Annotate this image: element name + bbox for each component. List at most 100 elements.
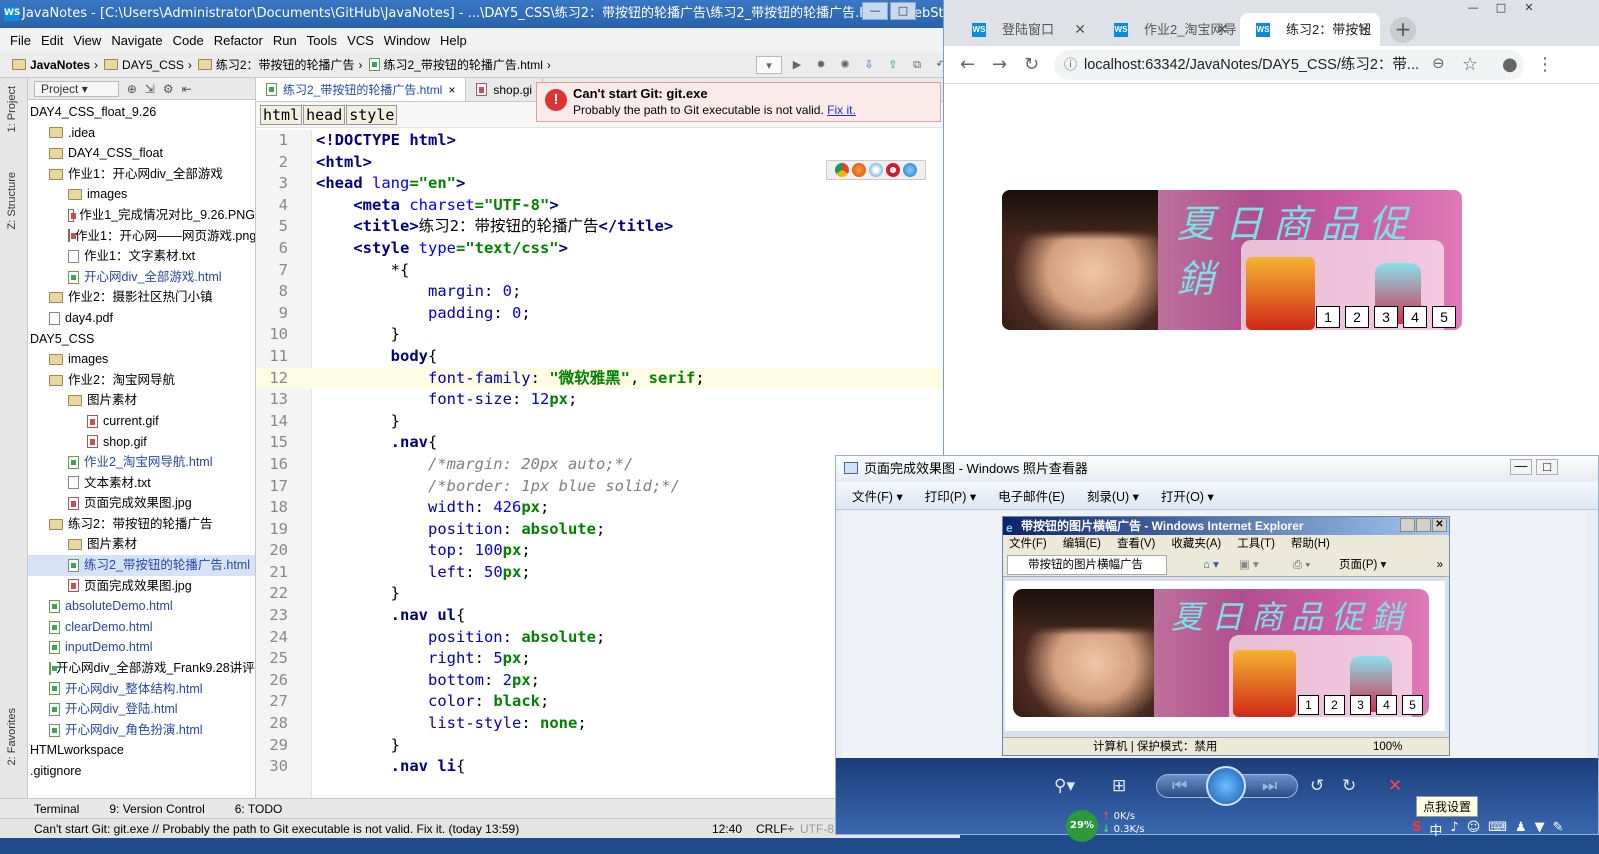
tree-item[interactable]: 练习2：带按钮的轮播广告 xyxy=(28,514,255,535)
code-line[interactable]: 11 body{ xyxy=(256,346,960,368)
close-tab-icon[interactable]: ✕ xyxy=(1216,13,1228,46)
hide-panel-icon[interactable]: ⇤ xyxy=(182,82,192,96)
carousel-button-2[interactable]: 2 xyxy=(1345,306,1369,328)
profile-avatar-icon[interactable]: ● xyxy=(1502,54,1518,75)
tree-item[interactable]: day4.pdf xyxy=(28,308,255,329)
code-line[interactable]: 1 <!DOCTYPE html> xyxy=(256,130,960,152)
code-line[interactable]: 4 <meta charset="UTF-8"> xyxy=(256,195,960,217)
close-button[interactable]: ✕ xyxy=(1516,0,1542,18)
chrome-icon[interactable] xyxy=(835,163,849,177)
tree-item[interactable]: 练习2_带按钮的轮播广告.html xyxy=(28,555,255,576)
zoom-icon[interactable]: ⊖ xyxy=(1432,54,1445,72)
line-separator[interactable]: CRLF÷ xyxy=(756,819,794,839)
reload-icon[interactable]: ↻ xyxy=(1024,54,1039,75)
carousel-button-1[interactable]: 1 xyxy=(1316,306,1340,328)
fix-it-link[interactable]: Fix it. xyxy=(827,103,856,117)
tree-item[interactable]: 作业1：开心网div_全部游戏 xyxy=(28,164,255,185)
carousel-button-4[interactable]: 4 xyxy=(1403,306,1427,328)
tree-item[interactable]: 图片素材 xyxy=(28,534,255,555)
tree-item[interactable]: DAY5_CSS xyxy=(28,329,255,350)
rotate-right-icon[interactable]: ↻ xyxy=(1342,776,1356,796)
viewer-menu-item[interactable]: 刻录(U) ▾ xyxy=(1087,486,1139,505)
tree-item[interactable]: 作业1：文字素材.txt xyxy=(28,246,255,267)
tree-item[interactable]: 开心网div_登陆.html xyxy=(28,699,255,720)
code-line[interactable]: 6 <style type="text/css"> xyxy=(256,238,960,260)
next-icon[interactable]: ⏭ xyxy=(1262,776,1277,796)
code-line[interactable]: 8 margin: 0; xyxy=(256,281,960,303)
slideshow-button[interactable] xyxy=(1206,766,1246,806)
vcs-commit-icon[interactable]: ⇧ xyxy=(884,56,902,74)
menu-code[interactable]: Code xyxy=(173,33,204,48)
bookmark-star-icon[interactable]: ☆ xyxy=(1462,54,1478,75)
previous-icon[interactable]: ⏮ xyxy=(1172,776,1187,796)
code-line[interactable]: 5 <title>练习2：带按钮的轮播广告</title> xyxy=(256,216,960,238)
menu-help[interactable]: Help xyxy=(440,33,467,48)
tree-item[interactable]: 开心网div_全部游戏.html xyxy=(28,267,255,288)
tree-item[interactable]: shop.gif xyxy=(28,432,255,453)
tree-item[interactable]: 作业2：淘宝网导航 xyxy=(28,370,255,391)
run-config-dropdown[interactable]: ▾ xyxy=(756,56,782,74)
ie-icon[interactable] xyxy=(903,163,917,177)
menu-run[interactable]: Run xyxy=(273,33,297,48)
tag-crumb-head[interactable]: head xyxy=(303,104,346,125)
chrome-tab-taobao[interactable]: WS 作业2_淘宝网导 ✕ xyxy=(1098,13,1238,46)
tree-item[interactable]: images xyxy=(28,184,255,205)
emoji-icon[interactable]: ☺ xyxy=(1467,820,1481,839)
ime-mode-icon[interactable]: 中 xyxy=(1429,820,1442,839)
editor-tab-active[interactable]: 练习2_带按钮的轮播广告.html × xyxy=(256,78,467,102)
tree-item[interactable]: .idea xyxy=(28,123,255,144)
close-tab-icon[interactable]: ✕ xyxy=(1358,13,1370,46)
tree-item[interactable]: 开心网div_整体结构.html xyxy=(28,679,255,700)
chrome-tab-active[interactable]: WS 练习2：带按钮 ✕ xyxy=(1240,13,1380,46)
forward-icon[interactable]: → xyxy=(992,54,1007,75)
menu-window[interactable]: Window xyxy=(384,33,430,48)
minimize-button[interactable]: — xyxy=(1510,459,1532,475)
viewer-title-bar[interactable]: 页面完成效果图 - Windows 照片查看器 — □ xyxy=(836,456,1598,482)
back-icon[interactable]: ← xyxy=(960,54,975,75)
tree-item[interactable]: 文本素材.txt xyxy=(28,473,255,494)
code-line[interactable]: 9 padding: 0; xyxy=(256,303,960,325)
viewer-menu-item[interactable]: 文件(F) ▾ xyxy=(852,486,903,505)
vcs-compare-icon[interactable]: ⧉ xyxy=(908,56,926,74)
code-line[interactable]: 12 font-family: "微软雅黑", serif; xyxy=(256,367,960,390)
menu-navigate[interactable]: Navigate xyxy=(111,33,162,48)
keyboard-icon[interactable]: ⌨ xyxy=(1488,820,1507,839)
tree-item[interactable]: inputDemo.html xyxy=(28,637,255,658)
carousel-button-3[interactable]: 3 xyxy=(1374,306,1398,328)
close-tab-icon[interactable]: × xyxy=(448,78,455,102)
tree-item[interactable]: absoluteDemo.html xyxy=(28,596,255,617)
coverage-icon[interactable]: ✺ xyxy=(836,56,854,74)
version-control-tab[interactable]: 9: Version Control xyxy=(109,802,204,816)
menu-edit[interactable]: Edit xyxy=(41,33,63,48)
menu-file[interactable]: File xyxy=(10,33,31,48)
tree-item[interactable]: clearDemo.html xyxy=(28,617,255,638)
tree-item[interactable]: images xyxy=(28,349,255,370)
tree-item[interactable]: 作业1：开心网——网页游戏.png xyxy=(28,226,255,247)
menu-refactor[interactable]: Refactor xyxy=(214,33,263,48)
crumb-folder[interactable]: DAY5_CSS › xyxy=(104,58,192,72)
firefox-icon[interactable] xyxy=(852,163,866,177)
delete-icon[interactable]: ✕ xyxy=(1388,776,1402,796)
actual-size-icon[interactable]: ⊞ xyxy=(1112,776,1126,796)
crumb-file[interactable]: 练习2_带按钮的轮播广告.html › xyxy=(368,56,551,73)
user-icon[interactable]: ♟ xyxy=(1515,820,1527,839)
tree-item[interactable]: DAY4_CSS_float xyxy=(28,143,255,164)
settings-gear-icon[interactable]: ⚙ xyxy=(163,82,174,96)
maximize-button[interactable]: □ xyxy=(890,2,916,20)
todo-tab[interactable]: 6: TODO xyxy=(235,802,283,816)
tag-crumb-style[interactable]: style xyxy=(346,104,398,125)
project-view-dropdown[interactable]: Project ▾ xyxy=(34,80,119,97)
crumb-project[interactable]: JavaNotes › xyxy=(12,58,98,72)
tree-item[interactable]: 作业1_完成情况对比_9.26.PNG xyxy=(28,205,255,226)
minimize-button[interactable]: — xyxy=(862,2,888,20)
carousel-button-5[interactable]: 5 xyxy=(1432,306,1456,328)
caret-position[interactable]: 12:40 xyxy=(712,819,742,839)
sogou-ime-icon[interactable]: S xyxy=(1412,820,1421,839)
editor-tab-shop[interactable]: shop.gi xyxy=(466,78,544,101)
info-icon[interactable]: ⓘ xyxy=(1064,50,1077,80)
tree-item[interactable]: DAY4_CSS_float_9.26 xyxy=(28,102,255,123)
menu-view[interactable]: View xyxy=(73,33,101,48)
tree-item[interactable]: HTMLworkspace xyxy=(28,740,255,761)
net-speed-readout[interactable]: ↑ 0K/s ↓ 0.3K/s xyxy=(1102,810,1145,836)
tree-item[interactable]: 开心网div_角色扮演.html xyxy=(28,720,255,741)
